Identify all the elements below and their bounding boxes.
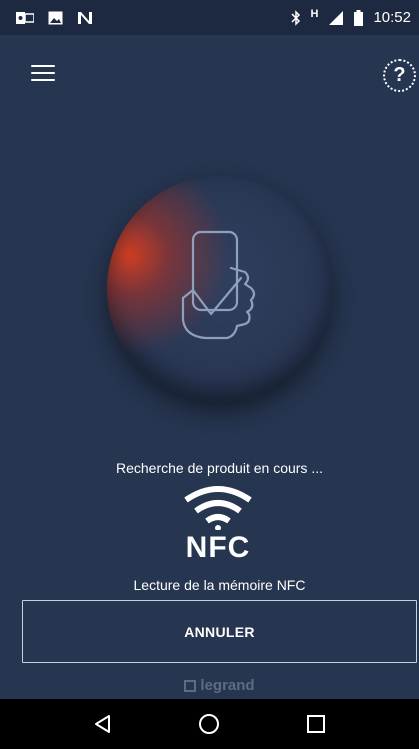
recents-icon[interactable] bbox=[296, 704, 336, 744]
nfc-logo: NFC bbox=[178, 484, 258, 568]
phone-in-hand-icon bbox=[181, 230, 256, 340]
search-status-text: Recherche de produit en cours ... bbox=[115, 460, 323, 476]
status-left-icons bbox=[16, 11, 93, 25]
status-bar: H 10:52 bbox=[0, 0, 419, 35]
help-button[interactable]: ? bbox=[383, 59, 416, 92]
hamburger-menu-icon[interactable] bbox=[31, 65, 55, 85]
app-bar: ? bbox=[0, 35, 419, 115]
bluetooth-icon bbox=[290, 9, 301, 26]
image-icon bbox=[48, 11, 63, 25]
nfc-label: NFC bbox=[185, 531, 251, 564]
battery-icon bbox=[354, 9, 364, 26]
home-icon[interactable] bbox=[189, 704, 229, 744]
signal-icon bbox=[328, 10, 344, 26]
brand-name: legrand bbox=[200, 677, 255, 694]
network-type-label: H bbox=[310, 7, 319, 20]
status-right-icons: H 10:52 bbox=[290, 7, 411, 26]
cancel-button[interactable]: ANNULER bbox=[22, 600, 417, 663]
reading-status-text: Lecture de la mémoire NFC bbox=[133, 577, 306, 593]
outlook-icon bbox=[16, 11, 34, 25]
wifi-waves-icon bbox=[184, 486, 252, 530]
system-nav-bar bbox=[0, 699, 419, 749]
nfc-scan-orb bbox=[107, 176, 332, 401]
n-app-icon bbox=[77, 11, 93, 25]
clock: 10:52 bbox=[373, 9, 411, 26]
brand-logo: legrand bbox=[0, 677, 419, 694]
back-icon[interactable] bbox=[83, 704, 123, 744]
legrand-mark-icon bbox=[184, 679, 197, 692]
